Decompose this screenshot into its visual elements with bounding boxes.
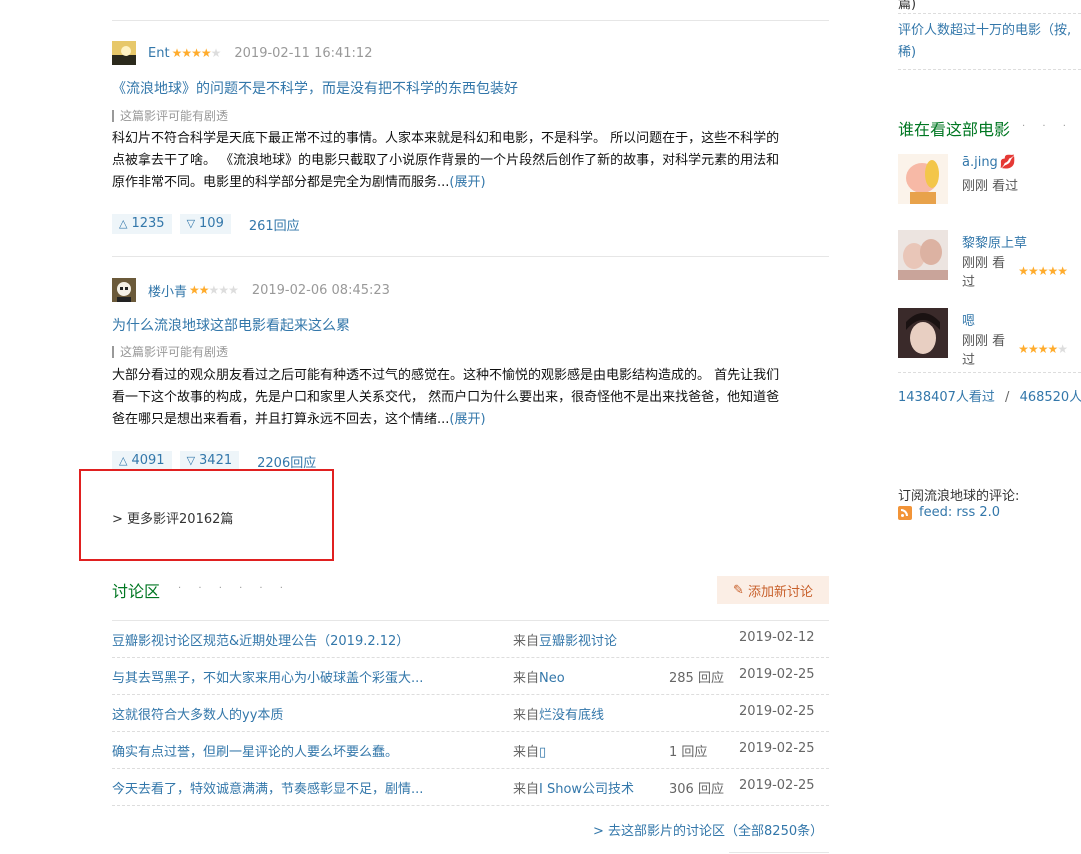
discussion-topic-link[interactable]: 与其去骂黑子，不如大家来用心为小破球盖个彩蛋大...	[112, 667, 423, 686]
watched-count-link[interactable]: 1438407人看过	[898, 390, 995, 405]
discussion-from: 来自▯	[513, 745, 547, 760]
discussion-row: 这就很符合大多数人的yy本质 来自烂没有底线 2019-02-25	[112, 695, 829, 731]
triangle-up-icon: △	[119, 217, 128, 230]
viewer-avatar[interactable]	[898, 308, 948, 358]
sidebar-top-text: 篇)	[898, 0, 917, 12]
rating-stars-2: ★ ★ ★ ★ ★	[189, 283, 239, 297]
review-excerpt: 大部分看过的观众朋友看过之后可能有种透不过气的感觉在。这种不愉悦的观影感是由电影…	[112, 368, 780, 427]
discussion-date: 2019-02-25	[739, 667, 815, 682]
replies-link[interactable]: 2206回应	[257, 452, 316, 471]
discussion-date: 2019-02-12	[739, 630, 815, 645]
discussion-author-link[interactable]: ▯	[539, 745, 546, 760]
review-time: 2019-02-06 08:45:23	[251, 282, 390, 298]
title-dots: · · · · · ·	[1022, 121, 1081, 132]
review-time: 2019-02-11 16:41:12	[234, 45, 373, 61]
discussion-topic-link[interactable]: 这就很符合大多数人的yy本质	[112, 704, 283, 723]
expand-link[interactable]: (展开)	[449, 412, 485, 427]
want-count-link[interactable]: 468520人想	[1020, 390, 1081, 405]
discussion-from: 来自豆瓣影视讨论	[513, 634, 618, 649]
discussion-author-link[interactable]: Neo	[539, 671, 565, 686]
review-header: Ent ★ ★ ★ ★ ★ 2019-02-11 16:41:12	[148, 41, 372, 65]
discussion-date: 2019-02-25	[739, 704, 815, 719]
discussion-from: 来自烂没有底线	[513, 708, 605, 723]
viewer-name[interactable]: ā.jing 💋	[962, 155, 1016, 170]
vote-bar: △ 1235 ▽ 109 261回应	[112, 214, 300, 234]
discussion-author-link[interactable]: 豆瓣影视讨论	[539, 634, 617, 649]
viewer-avatar-image-icon	[898, 230, 948, 280]
discussion-replies: 285 回应	[669, 671, 724, 686]
avatar[interactable]	[112, 41, 136, 65]
discussion-row: 与其去骂黑子，不如大家来用心为小破球盖个彩蛋大... 来自Neo 285 回应 …	[112, 658, 829, 694]
discussion-replies: 1 回应	[669, 745, 708, 760]
discussion-from: 来自I Show公司技术	[513, 782, 635, 797]
divider	[112, 805, 829, 806]
expand-link[interactable]: (展开)	[449, 175, 485, 190]
divider	[729, 852, 829, 853]
viewer-meta: 刚刚 看过 ★ ★ ★ ★ ★	[962, 334, 1068, 368]
title-dots: · · · · · ·	[178, 583, 290, 594]
useful-button[interactable]: △ 1235	[112, 214, 172, 234]
useless-button[interactable]: ▽ 3421	[179, 451, 240, 471]
viewer-name[interactable]: 黎黎原上草	[962, 232, 1027, 251]
rating-stars-4: ★ ★ ★ ★ ★	[171, 46, 222, 60]
rating-stars-4: ★ ★ ★ ★ ★	[1018, 342, 1068, 356]
discussion-author-link[interactable]: I Show公司技术	[539, 782, 634, 797]
subscribe-label: 订阅流浪地球的评论:	[898, 489, 1020, 504]
useless-button[interactable]: ▽ 109	[179, 214, 231, 234]
discussion-topic-link[interactable]: 确实有点过誉，但刷一星评论的人要么坏要么蠢。	[112, 741, 398, 760]
review-author[interactable]: Ent	[148, 46, 170, 61]
discussion-date: 2019-02-25	[739, 741, 815, 756]
discussion-date: 2019-02-25	[739, 778, 815, 793]
review-title[interactable]: 《流浪地球》的问题不是不科学，而是没有把不科学的东西包装好	[112, 78, 518, 98]
viewer-name[interactable]: 嗯	[962, 310, 975, 329]
discussion-author-link[interactable]: 烂没有底线	[539, 708, 604, 723]
discussion-topic-link[interactable]: 今天去看了，特效诚意满满，节奏感彰显不足，剧情...	[112, 778, 423, 797]
viewer-avatar-image-icon	[898, 308, 948, 358]
viewer-avatar[interactable]	[898, 230, 948, 280]
discussion-replies: 306 回应	[669, 782, 724, 797]
viewer-avatar-image-icon	[898, 154, 948, 204]
doulist-link[interactable]: 评价人数超过十万的电影（按, 稀)	[898, 20, 1081, 64]
discussion-row: 豆瓣影视讨论区规范&近期处理公告（2019.2.12） 来自豆瓣影视讨论 201…	[112, 621, 829, 657]
viewer-meta: 刚刚 看过	[962, 179, 1019, 194]
discussion-row: 确实有点过誉，但刷一星评论的人要么坏要么蠢。 来自▯ 1 回应 2019-02-…	[112, 732, 829, 768]
avatar-image-icon	[112, 278, 136, 302]
avatar-image-icon	[112, 41, 136, 65]
all-discussions-link[interactable]: > 去这部影片的讨论区（全部8250条）	[593, 820, 823, 839]
review-title[interactable]: 为什么流浪地球这部电影看起来这么累	[112, 315, 350, 335]
watching-title: 谁在看这部电影	[898, 120, 1011, 139]
discussion-title: 讨论区	[112, 582, 161, 601]
rating-stars-5: ★ ★ ★ ★ ★	[1018, 264, 1068, 278]
triangle-down-icon: ▽	[186, 454, 196, 467]
rss-icon	[898, 506, 912, 520]
spoiler-warning: 这篇影评可能有剧透	[112, 110, 228, 122]
divider	[112, 20, 829, 21]
more-reviews-link[interactable]: > 更多影评20162篇	[112, 508, 233, 527]
viewer-avatar[interactable]	[898, 154, 948, 204]
discussion-topic-link[interactable]: 豆瓣影视讨论区规范&近期处理公告（2019.2.12）	[112, 630, 409, 649]
add-discussion-button[interactable]: ✎ 添加新讨论	[717, 576, 829, 604]
triangle-up-icon: △	[119, 454, 128, 467]
divider	[112, 256, 829, 257]
review-header: 楼小青 ★ ★ ★ ★ ★ 2019-02-06 08:45:23	[148, 278, 390, 302]
lips-icon: 💋	[999, 155, 1017, 170]
pencil-icon: ✎	[733, 582, 744, 598]
review-excerpt: 科幻片不符合科学是天底下最正常不过的事情。人家本来就是科幻和电影，不是科学。 所…	[112, 131, 780, 190]
discussion-row: 今天去看了，特效诚意满满，节奏感彰显不足，剧情... 来自I Show公司技术 …	[112, 769, 829, 805]
divider	[898, 69, 1081, 70]
divider	[898, 13, 1081, 14]
watch-counts: 1438407人看过 / 468520人想	[898, 386, 1081, 405]
divider	[898, 372, 1081, 373]
rss-link[interactable]: feed: rss 2.0	[919, 505, 1000, 520]
viewer-meta: 刚刚 看过 ★ ★ ★ ★ ★	[962, 256, 1068, 290]
triangle-down-icon: ▽	[186, 217, 196, 230]
review-author[interactable]: 楼小青	[148, 281, 187, 300]
avatar[interactable]	[112, 278, 136, 302]
replies-link[interactable]: 261回应	[249, 215, 300, 234]
useful-button[interactable]: △ 4091	[112, 451, 172, 471]
vote-bar: △ 4091 ▽ 3421 2206回应	[112, 451, 316, 471]
spoiler-warning: 这篇影评可能有剧透	[112, 346, 228, 358]
discussion-from: 来自Neo	[513, 671, 565, 686]
